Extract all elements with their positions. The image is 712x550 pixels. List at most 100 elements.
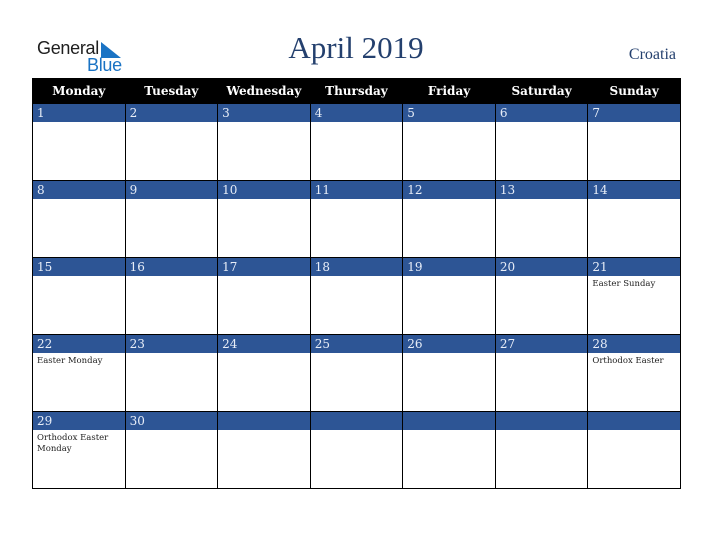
day-cell[interactable]: 12 [402, 180, 496, 258]
holiday-label [311, 122, 403, 125]
weekday-header: Tuesday [124, 78, 219, 104]
day-number: 1 [33, 104, 125, 122]
day-cell[interactable]: 8 [32, 180, 126, 258]
day-cell[interactable]: 4 [309, 103, 404, 181]
holiday-label [218, 199, 310, 202]
day-number: 15 [33, 258, 125, 276]
day-cell[interactable]: 14 [587, 180, 681, 258]
day-cell[interactable]: 22 Easter Monday [32, 334, 126, 412]
day-number [310, 412, 403, 430]
day-cell[interactable]: 1 [32, 103, 126, 181]
day-number [218, 412, 310, 430]
country-label: Croatia [628, 46, 676, 63]
holiday-label [218, 430, 310, 433]
day-cell[interactable]: 27 [494, 334, 589, 412]
weekday-header: Thursday [309, 78, 404, 104]
holiday-label [126, 199, 218, 202]
day-cell[interactable]: 26 [402, 334, 496, 412]
day-cell[interactable]: 15 [32, 257, 126, 335]
day-number: 12 [403, 181, 495, 199]
day-cell[interactable]: 18 [309, 257, 404, 335]
holiday-label [403, 199, 495, 202]
day-number: 20 [495, 258, 588, 276]
holiday-label [403, 122, 495, 125]
day-number: 30 [125, 412, 218, 430]
day-number: 11 [310, 181, 403, 199]
day-cell[interactable]: 17 [217, 257, 311, 335]
day-cell[interactable]: 25 [309, 334, 404, 412]
holiday-label [496, 430, 588, 433]
day-cell[interactable] [587, 411, 681, 489]
day-cell[interactable]: 20 [494, 257, 589, 335]
day-number: 24 [218, 335, 310, 353]
week-row: 29 Orthodox Easter Monday 30 [32, 411, 681, 489]
day-cell[interactable]: 16 [124, 257, 219, 335]
holiday-label [218, 122, 310, 125]
holiday-label [311, 353, 403, 356]
holiday-label [311, 199, 403, 202]
day-number: 10 [218, 181, 310, 199]
day-number: 3 [218, 104, 310, 122]
day-cell[interactable]: 13 [494, 180, 589, 258]
day-number: 8 [33, 181, 125, 199]
day-number: 4 [310, 104, 403, 122]
holiday-label [403, 353, 495, 356]
day-cell[interactable]: 21 Easter Sunday [587, 257, 681, 335]
day-cell[interactable]: 3 [217, 103, 311, 181]
day-number: 7 [588, 104, 680, 122]
day-number: 23 [125, 335, 218, 353]
day-number: 16 [125, 258, 218, 276]
day-cell[interactable] [494, 411, 589, 489]
day-number: 18 [310, 258, 403, 276]
week-row: 22 Easter Monday 23 24 25 26 27 28 Orthodox East… [32, 334, 681, 412]
holiday-label [496, 353, 588, 356]
day-number [403, 412, 495, 430]
holiday-label: Orthodox Easter Monday [37, 433, 109, 454]
day-cell[interactable]: 6 [494, 103, 589, 181]
holiday-label [496, 276, 588, 279]
day-cell[interactable]: 29 Orthodox Easter Monday [32, 411, 126, 489]
day-cell[interactable]: 30 [124, 411, 219, 489]
holiday-label [33, 122, 125, 125]
holiday-label: Easter Sunday [592, 279, 656, 289]
week-row: 1234567 [32, 103, 681, 181]
day-cell[interactable]: 10 [217, 180, 311, 258]
day-cell[interactable] [217, 411, 311, 489]
day-cell[interactable]: 19 [402, 257, 496, 335]
week-row: 15 16 17 18 19 20 21 Easter Sunday [32, 257, 681, 335]
day-cell[interactable]: 28 Orthodox Easter [587, 334, 681, 412]
day-cell[interactable] [309, 411, 404, 489]
day-number: 21 [588, 258, 680, 276]
day-cell[interactable]: 5 [402, 103, 496, 181]
day-cell[interactable]: 2 [124, 103, 219, 181]
day-cell[interactable]: 7 [587, 103, 681, 181]
calendar-grid: Monday Tuesday Wednesday Thursday Friday… [32, 78, 681, 489]
holiday-label [218, 353, 310, 356]
day-number: 17 [218, 258, 310, 276]
weekday-header: Sunday [587, 78, 681, 104]
holiday-label [126, 353, 218, 356]
day-number: 14 [588, 181, 680, 199]
day-number: 26 [403, 335, 495, 353]
day-cell[interactable] [402, 411, 496, 489]
holiday-label [218, 276, 310, 279]
day-cell[interactable]: 23 [124, 334, 219, 412]
day-number: 29 [33, 412, 125, 430]
holiday-label [126, 276, 218, 279]
day-number: 2 [125, 104, 218, 122]
day-number: 19 [403, 258, 495, 276]
day-number: 5 [403, 104, 495, 122]
holiday-label [496, 199, 588, 202]
weekday-header-row: Monday Tuesday Wednesday Thursday Friday… [32, 78, 681, 104]
holiday-label [588, 122, 680, 125]
day-cell[interactable]: 11 [309, 180, 404, 258]
calendar-title: April 2019 [288, 30, 424, 65]
day-cell[interactable]: 24 [217, 334, 311, 412]
weekday-header: Wednesday [217, 78, 311, 104]
day-number [588, 412, 680, 430]
holiday-label [588, 199, 680, 202]
holiday-label [33, 199, 125, 202]
holiday-label [311, 430, 403, 433]
day-cell[interactable]: 9 [124, 180, 219, 258]
day-number: 27 [495, 335, 588, 353]
